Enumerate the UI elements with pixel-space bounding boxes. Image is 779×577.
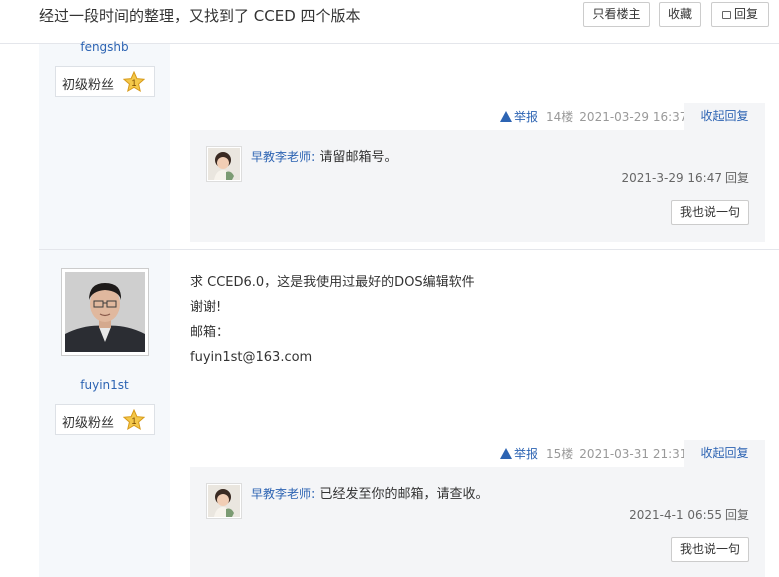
post-tail: 举报 15楼 2021-03-31 21:31 xyxy=(500,446,693,462)
content-line: 邮箱： xyxy=(190,325,230,340)
thread-title: 经过一段时间的整理，又找到了 CCED 四个版本 xyxy=(39,7,361,25)
level-badge[interactable]: 初级粉丝 1 xyxy=(55,66,155,97)
replier-avatar[interactable] xyxy=(206,146,242,182)
collapse-replies-button[interactable]: 收起回复 xyxy=(684,440,765,467)
say-something-button[interactable]: 我也说一句 xyxy=(671,537,749,562)
level-label: 初级粉丝 xyxy=(62,78,115,93)
reply-box: 早教李老师: 已经发至你的邮箱，请查收。 2021-4-1 06:55 回复 我也… xyxy=(190,467,765,577)
reply-text: 已经发至你的邮箱，请查收。 xyxy=(319,487,489,502)
report-link[interactable]: 举报 xyxy=(500,447,538,461)
child-avatar-image xyxy=(208,148,240,180)
reply-to-reply-link[interactable]: 回复 xyxy=(725,171,749,185)
post-time: 2021-03-29 16:37 xyxy=(579,110,688,124)
only-host-button[interactable]: 只看楼主 xyxy=(583,2,650,27)
reply-separator: : xyxy=(311,487,316,502)
floor-number: 14楼 xyxy=(546,110,574,124)
reply-text: 请留邮箱号。 xyxy=(319,150,398,165)
level-number: 1 xyxy=(131,78,136,88)
author-sidebar: fuyin1st 初级粉丝 1 xyxy=(39,250,170,577)
reply-button[interactable]: 回复 xyxy=(711,2,769,27)
post-floor-14: fengshb 初级粉丝 1 举报 14楼 2021-03-29 16:37 收起回… xyxy=(39,40,779,250)
post-tail: 举报 14楼 2021-03-29 16:37 xyxy=(500,109,693,125)
reply-box: 早教李老师: 请留邮箱号。 2021-3-29 16:47 回复 我也说一句 xyxy=(190,130,765,242)
collapse-replies-button[interactable]: 收起回复 xyxy=(684,103,765,130)
reply-time: 2021-3-29 16:47 xyxy=(621,171,722,185)
level-badge[interactable]: 初级粉丝 1 xyxy=(55,404,155,435)
post-floor-15: fuyin1st 初级粉丝 1 求 CCED6.0，这是我使用过最好的DOS编辑… xyxy=(39,250,779,577)
replier-name-link[interactable]: 早教李老师 xyxy=(251,150,311,164)
reply-to-reply-link[interactable]: 回复 xyxy=(725,508,749,522)
report-label: 举报 xyxy=(514,447,539,461)
reply-meta: 2021-4-1 06:55 回复 xyxy=(629,507,749,523)
content-line: 谢谢! xyxy=(190,300,222,315)
level-star-icon: 1 xyxy=(123,71,145,93)
level-star-icon: 1 xyxy=(123,409,145,431)
author-sidebar: fengshb 初级粉丝 1 xyxy=(39,40,170,249)
report-warning-icon xyxy=(500,448,512,459)
author-avatar[interactable] xyxy=(61,268,149,356)
report-warning-icon xyxy=(500,111,512,122)
thread-header: 经过一段时间的整理，又找到了 CCED 四个版本 只看楼主 收藏 回复 xyxy=(0,0,779,44)
floor-number: 15楼 xyxy=(546,447,574,461)
level-number: 1 xyxy=(131,416,136,426)
replier-name-link[interactable]: 早教李老师 xyxy=(251,487,311,501)
reply-line: 早教李老师: 已经发至你的邮箱，请查收。 xyxy=(251,485,489,504)
level-label: 初级粉丝 xyxy=(62,416,115,431)
child-avatar-image xyxy=(208,485,240,517)
reply-time: 2021-4-1 06:55 xyxy=(629,508,722,522)
reply-icon xyxy=(721,11,731,19)
collect-button[interactable]: 收藏 xyxy=(659,2,701,27)
reply-line: 早教李老师: 请留邮箱号。 xyxy=(251,148,398,167)
content-line: 求 CCED6.0，这是我使用过最好的DOS编辑软件 xyxy=(190,275,475,290)
reply-meta: 2021-3-29 16:47 回复 xyxy=(621,170,749,186)
reply-button-label: 回复 xyxy=(733,7,758,21)
post-time: 2021-03-31 21:31 xyxy=(579,447,688,461)
report-link[interactable]: 举报 xyxy=(500,110,538,124)
author-name-link[interactable]: fengshb xyxy=(39,40,170,54)
content-line: fuyin1st@163.com xyxy=(190,350,313,365)
say-something-button[interactable]: 我也说一句 xyxy=(671,200,749,225)
author-name-link[interactable]: fuyin1st xyxy=(39,378,170,392)
report-label: 举报 xyxy=(514,110,539,124)
post-content: 求 CCED6.0，这是我使用过最好的DOS编辑软件 谢谢! 邮箱： fuyin… xyxy=(190,270,475,370)
reply-separator: : xyxy=(311,150,316,165)
replier-avatar[interactable] xyxy=(206,483,242,519)
author-avatar-image xyxy=(65,272,145,352)
